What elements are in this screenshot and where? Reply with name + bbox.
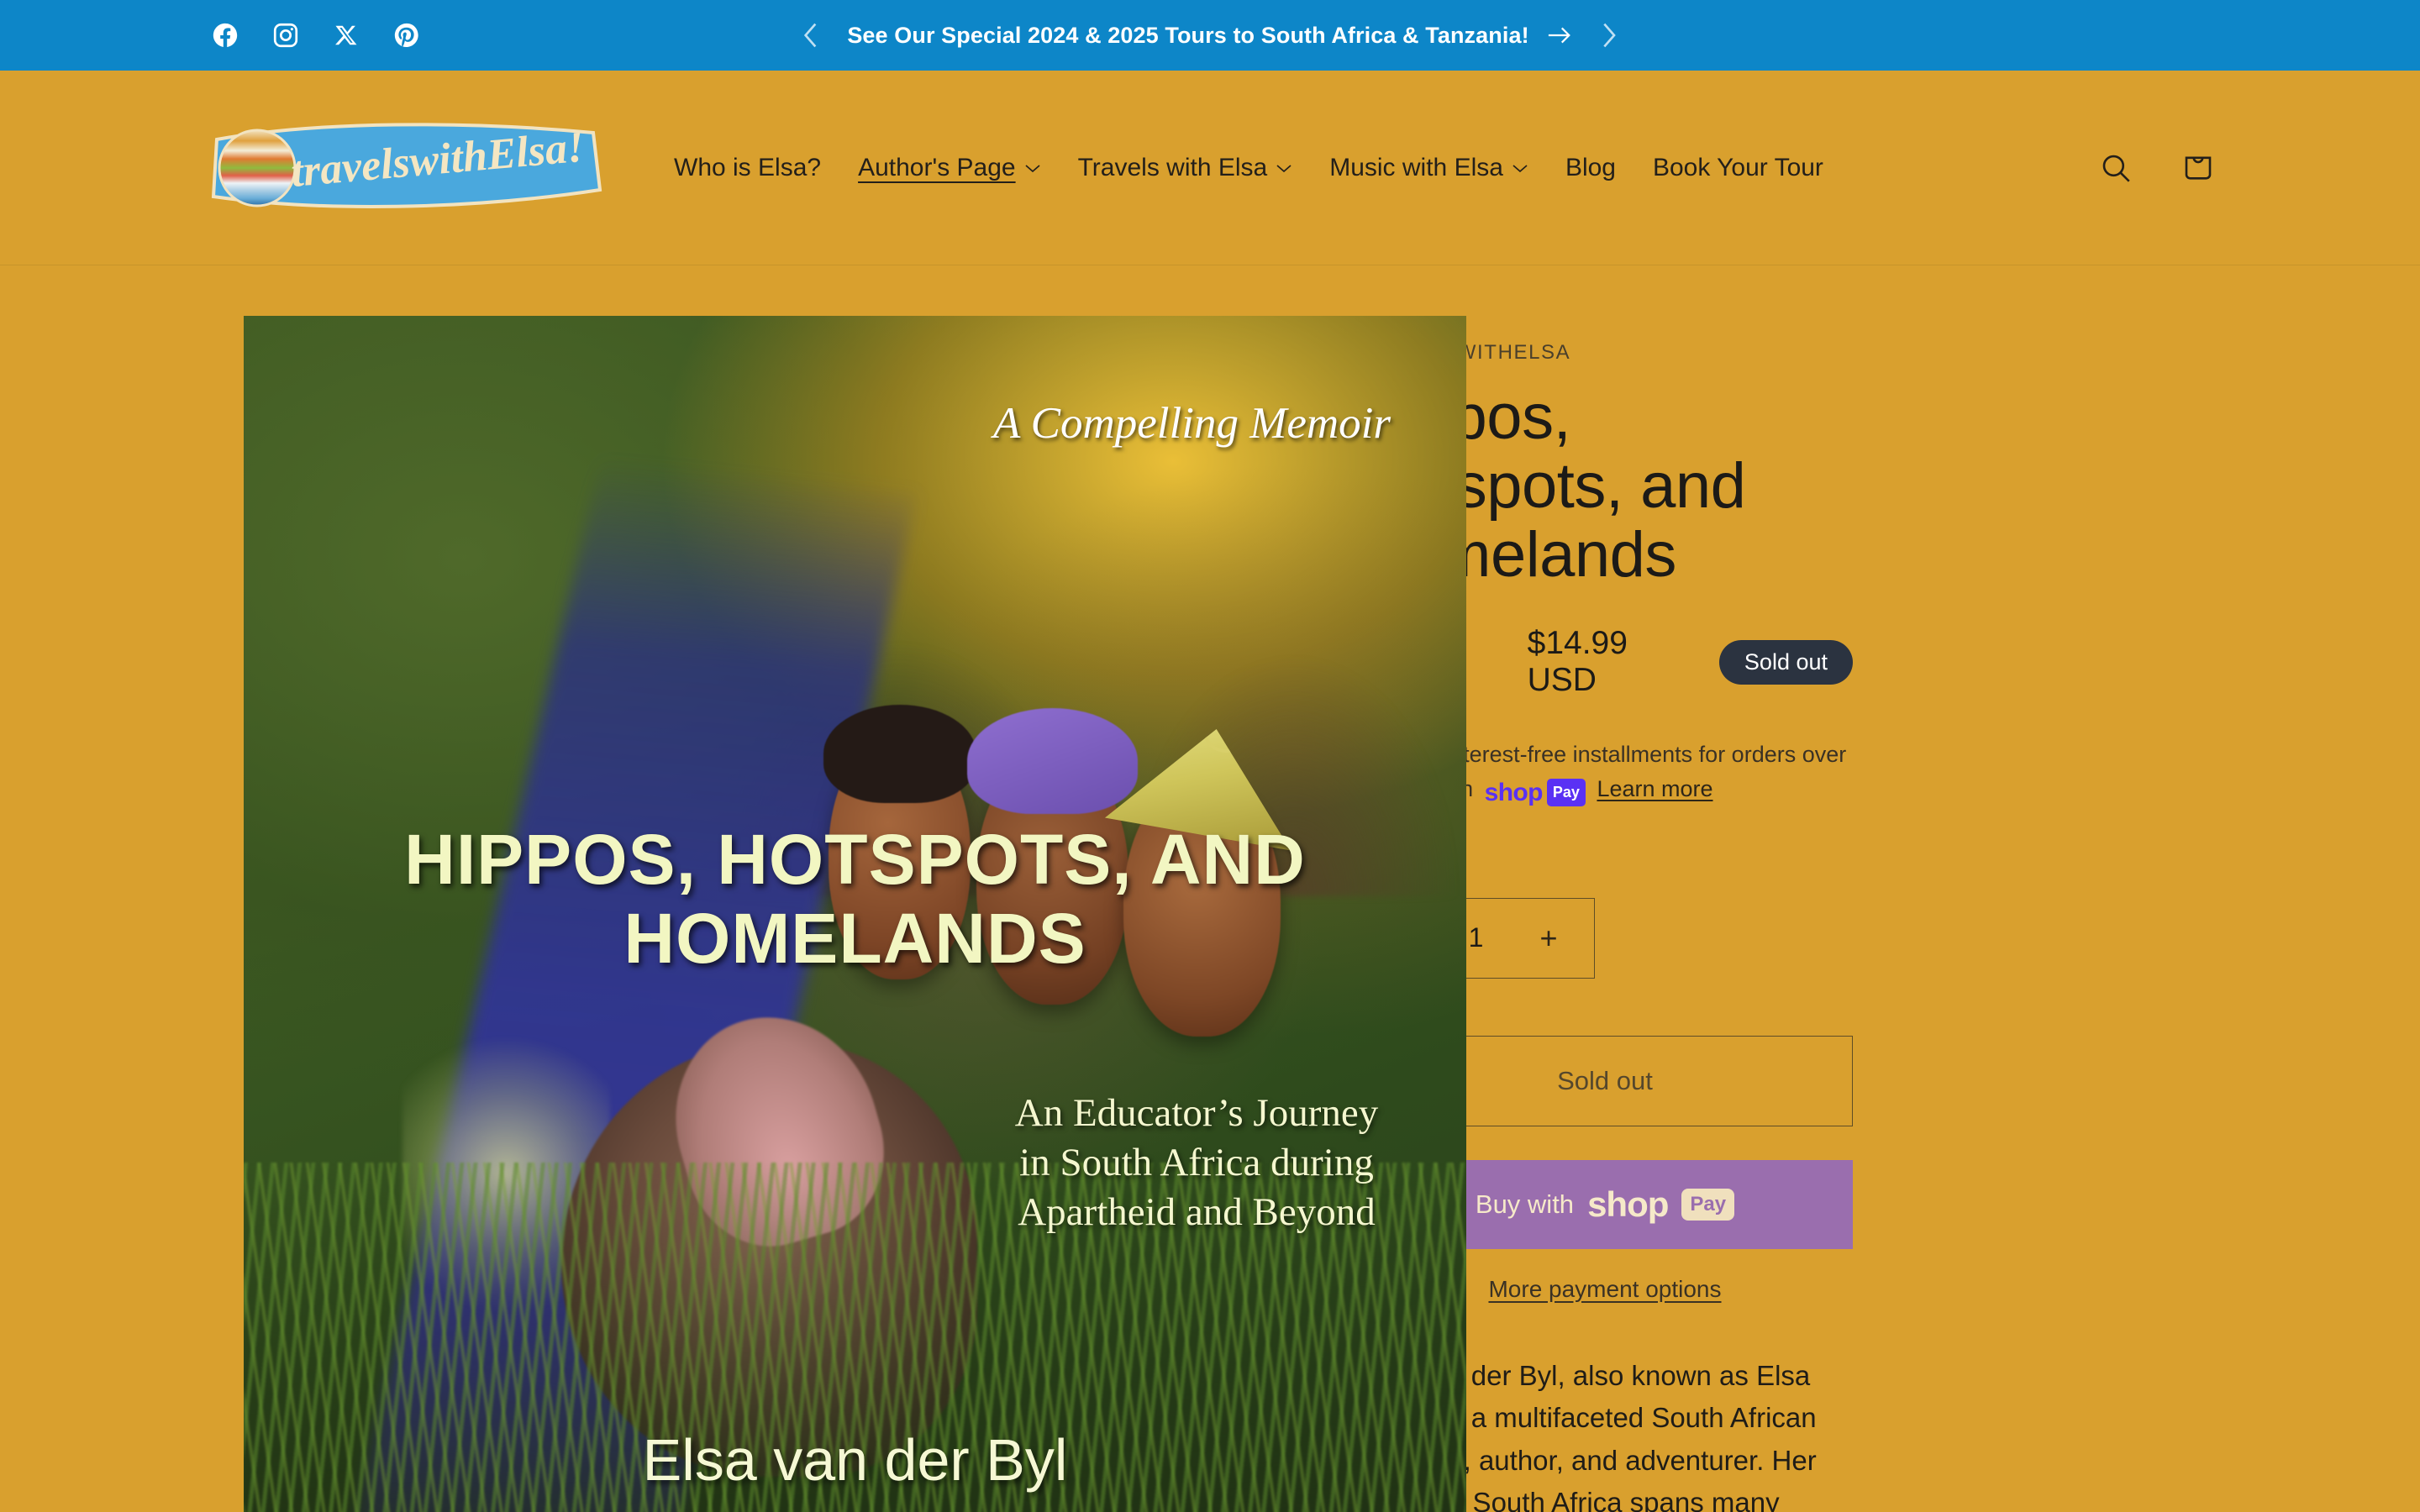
nav-label: Music with Elsa <box>1329 153 1503 181</box>
cart-icon[interactable] <box>2168 138 2228 198</box>
nav-item-travels-with-elsa[interactable]: Travels with Elsa <box>1060 142 1312 194</box>
chevron-down-icon <box>1512 163 1528 173</box>
twitter-x-icon[interactable] <box>328 17 365 54</box>
nav-label: Blog <box>1565 153 1616 181</box>
header-actions <box>2086 138 2346 198</box>
shop-pay-logo: shop Pay <box>1485 774 1586 811</box>
main-navigation: Who is Elsa? Author's Page Travels with … <box>655 142 1842 194</box>
nav-label: Author's Page <box>858 153 1016 181</box>
product-image[interactable]: A Compelling Memoir HIPPOS, HOTSPOTS, AN… <box>244 316 1466 1512</box>
announcement-prev-button[interactable] <box>797 21 825 50</box>
shop-wordmark: shop <box>1587 1184 1669 1224</box>
nav-item-who-is-elsa[interactable]: Who is Elsa? <box>655 142 839 194</box>
site-header: travelswithElsa! Who is Elsa? Author's P… <box>0 71 2420 265</box>
status-badge: Sold out <box>1718 639 1853 685</box>
announcement-text: See Our Special 2024 & 2025 Tours to Sou… <box>847 22 1529 48</box>
chevron-down-icon <box>1024 163 1041 173</box>
nav-item-blog[interactable]: Blog <box>1547 142 1634 194</box>
announcement-carousel: See Our Special 2024 & 2025 Tours to Sou… <box>797 21 1623 50</box>
pinterest-icon[interactable] <box>388 17 425 54</box>
arrow-right-icon <box>1548 26 1573 45</box>
nav-label: Who is Elsa? <box>674 153 822 181</box>
nav-label: Book Your Tour <box>1652 153 1823 181</box>
cover-title: HIPPOS, HOTSPOTS, AND HOMELANDS <box>404 820 1306 979</box>
product-page: A Compelling Memoir HIPPOS, HOTSPOTS, AN… <box>0 265 2420 1512</box>
announcement-link[interactable]: See Our Special 2024 & 2025 Tours to Sou… <box>847 23 1572 49</box>
announcement-bar: See Our Special 2024 & 2025 Tours to Sou… <box>0 0 2420 71</box>
cover-subtitle: An Educator’s Journey in South Africa du… <box>1014 1091 1379 1235</box>
cover-text-layer: A Compelling Memoir HIPPOS, HOTSPOTS, AN… <box>244 316 1466 1512</box>
nav-item-book-your-tour[interactable]: Book Your Tour <box>1634 142 1842 194</box>
pay-chip: Pay <box>1546 778 1586 806</box>
cover-tagline: A Compelling Memoir <box>992 399 1391 448</box>
facebook-icon[interactable] <box>207 17 244 54</box>
chevron-down-icon <box>1276 163 1292 173</box>
pay-chip: Pay <box>1681 1188 1735 1221</box>
site-logo[interactable]: travelswithElsa! <box>192 109 612 227</box>
search-icon[interactable] <box>2086 138 2146 198</box>
cover-author: Elsa van der Byl <box>642 1427 1068 1493</box>
product-media-column: A Compelling Memoir HIPPOS, HOTSPOTS, AN… <box>0 316 1466 1512</box>
nav-item-authors-page[interactable]: Author's Page <box>839 142 1060 194</box>
nav-label: Travels with Elsa <box>1077 153 1268 181</box>
quantity-increase-button[interactable]: + <box>1525 915 1572 962</box>
nav-item-music-with-elsa[interactable]: Music with Elsa <box>1311 142 1547 194</box>
social-links <box>207 17 425 54</box>
learn-more-link[interactable]: Learn more <box>1597 776 1712 801</box>
current-price: $14.99 USD <box>1527 625 1628 699</box>
announcement-next-button[interactable] <box>1595 21 1623 50</box>
shop-wordmark: shop <box>1484 778 1544 806</box>
instagram-icon[interactable] <box>267 17 304 54</box>
buy-with-label: Buy with <box>1475 1189 1575 1219</box>
